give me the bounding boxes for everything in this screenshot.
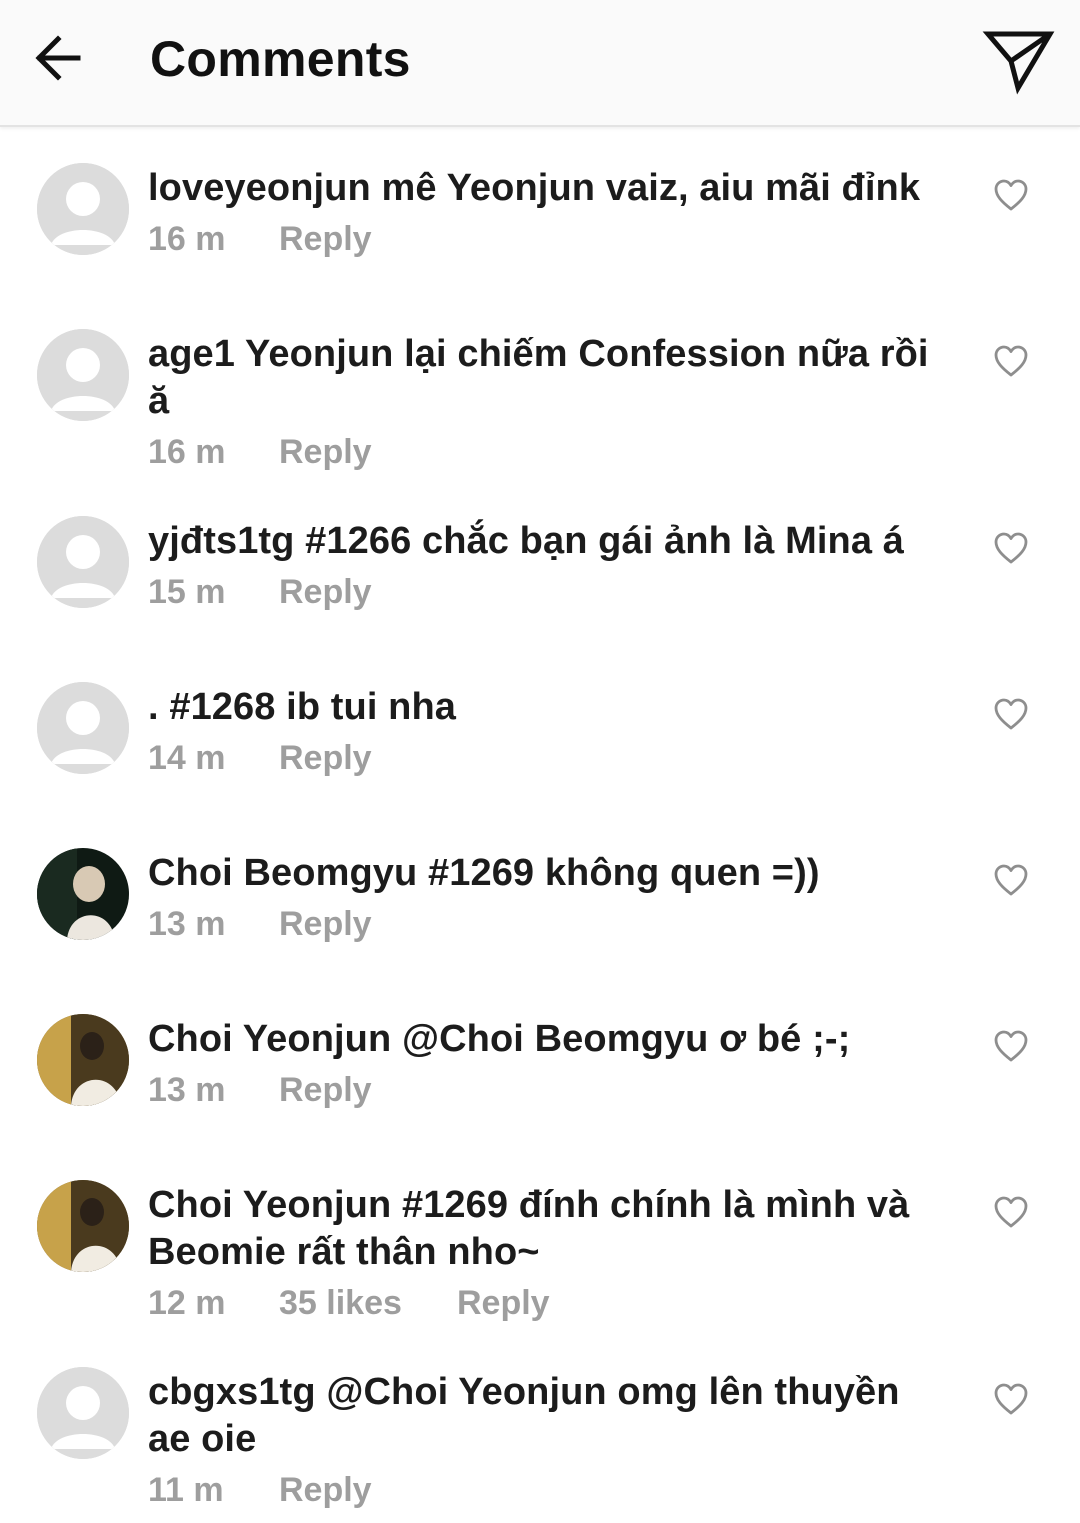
heart-icon bbox=[994, 532, 1028, 564]
back-button[interactable] bbox=[28, 28, 88, 88]
comment-time: 16 m bbox=[148, 433, 226, 471]
share-button[interactable] bbox=[980, 24, 1058, 96]
avatar[interactable] bbox=[37, 516, 129, 608]
comment-body: Yeonjun lại chiếm Confession nữa rồi ă bbox=[148, 333, 929, 422]
comment-username[interactable]: yjđts1tg bbox=[148, 520, 295, 562]
comment-text: loveyeonjun mê Yeonjun vaiz, aiu mãi đỉn… bbox=[148, 165, 948, 212]
comment-time: 13 m bbox=[148, 1071, 226, 1109]
default-avatar-icon bbox=[37, 163, 129, 255]
like-button[interactable] bbox=[992, 530, 1030, 566]
comment-username[interactable]: Choi Yeonjun bbox=[148, 1184, 391, 1226]
heart-icon bbox=[994, 1383, 1028, 1415]
reply-button[interactable]: Reply bbox=[279, 1471, 372, 1510]
comment-text: . #1268 ib tui nha bbox=[148, 684, 948, 731]
comment-body: mê Yeonjun vaiz, aiu mãi đỉnk bbox=[381, 167, 921, 209]
like-button[interactable] bbox=[992, 1194, 1030, 1230]
avatar[interactable] bbox=[37, 329, 129, 421]
comment-meta: 13 m Reply bbox=[148, 905, 372, 944]
comment-meta: 16 m Reply bbox=[148, 433, 372, 472]
avatar[interactable] bbox=[37, 1367, 129, 1459]
reply-button[interactable]: Reply bbox=[279, 220, 372, 259]
comment-meta: 12 m 35 likes Reply bbox=[148, 1284, 550, 1323]
avatar[interactable] bbox=[37, 1180, 129, 1272]
comment-body: #1268 ib tui nha bbox=[169, 686, 457, 728]
comment-username[interactable]: Choi Yeonjun bbox=[148, 1018, 391, 1060]
like-button[interactable] bbox=[992, 862, 1030, 898]
top-bar: Comments bbox=[0, 0, 1080, 127]
comment-meta: 13 m Reply bbox=[148, 1071, 372, 1110]
comment-text: cbgxs1tg @Choi Yeonjun omg lên thuyền ae… bbox=[148, 1369, 948, 1463]
comment-username[interactable]: cbgxs1tg bbox=[148, 1371, 316, 1413]
comment-time: 11 m bbox=[148, 1471, 224, 1509]
arrow-left-icon bbox=[35, 35, 81, 81]
profile-photo bbox=[37, 848, 129, 940]
avatar[interactable] bbox=[37, 848, 129, 940]
default-avatar-icon bbox=[37, 682, 129, 774]
heart-icon bbox=[994, 1196, 1028, 1228]
comment-body: #1266 chắc bạn gái ảnh là Mina á bbox=[305, 520, 904, 562]
default-avatar-icon bbox=[37, 516, 129, 608]
page-title: Comments bbox=[150, 31, 411, 87]
default-avatar-icon bbox=[37, 329, 129, 421]
comment-time: 14 m bbox=[148, 739, 226, 777]
reply-button[interactable]: Reply bbox=[279, 739, 372, 778]
like-button[interactable] bbox=[992, 696, 1030, 732]
comment-meta: 16 m Reply bbox=[148, 220, 372, 259]
avatar[interactable] bbox=[37, 163, 129, 255]
default-avatar-icon bbox=[37, 1367, 129, 1459]
comment-username[interactable]: Choi Beomgyu bbox=[148, 852, 417, 894]
comment-meta: 15 m Reply bbox=[148, 573, 372, 612]
heart-icon bbox=[994, 698, 1028, 730]
paper-plane-icon bbox=[982, 31, 1055, 95]
comment-username[interactable]: age1 bbox=[148, 333, 235, 375]
like-button[interactable] bbox=[992, 1028, 1030, 1064]
comment-time: 15 m bbox=[148, 573, 226, 611]
comment-meta: 14 m Reply bbox=[148, 739, 372, 778]
avatar[interactable] bbox=[37, 1014, 129, 1106]
reply-button[interactable]: Reply bbox=[279, 433, 372, 472]
heart-icon bbox=[994, 179, 1028, 211]
likes-count[interactable]: 35 likes bbox=[279, 1284, 457, 1323]
profile-photo bbox=[37, 1180, 129, 1272]
like-button[interactable] bbox=[992, 343, 1030, 379]
comment-text: Choi Beomgyu #1269 không quen =)) bbox=[148, 850, 948, 897]
comment-time: 16 m bbox=[148, 220, 226, 258]
comment-username[interactable]: . bbox=[148, 686, 159, 728]
like-button[interactable] bbox=[992, 1381, 1030, 1417]
reply-button[interactable]: Reply bbox=[279, 905, 372, 944]
reply-button[interactable]: Reply bbox=[279, 573, 372, 612]
comment-meta: 11 m Reply bbox=[148, 1471, 372, 1510]
like-button[interactable] bbox=[992, 177, 1030, 213]
heart-icon bbox=[994, 864, 1028, 896]
comment-text: Choi Yeonjun @Choi Beomgyu ơ bé ;-; bbox=[148, 1016, 948, 1063]
comment-text: yjđts1tg #1266 chắc bạn gái ảnh là Mina … bbox=[148, 518, 948, 565]
comment-body: @Choi Beomgyu ơ bé ;-; bbox=[401, 1018, 851, 1060]
reply-button[interactable]: Reply bbox=[457, 1284, 550, 1323]
heart-icon bbox=[994, 345, 1028, 377]
comment-text: age1 Yeonjun lại chiếm Confession nữa rồ… bbox=[148, 331, 948, 425]
reply-button[interactable]: Reply bbox=[279, 1071, 372, 1110]
comment-body: #1269 không quen =)) bbox=[428, 852, 820, 894]
avatar[interactable] bbox=[37, 682, 129, 774]
comment-time: 12 m bbox=[148, 1284, 226, 1322]
comment-text: Choi Yeonjun #1269 đính chính là mình và… bbox=[148, 1182, 948, 1276]
comment-username[interactable]: loveyeonjun bbox=[148, 167, 371, 209]
profile-photo bbox=[37, 1014, 129, 1106]
comment-time: 13 m bbox=[148, 905, 226, 943]
heart-icon bbox=[994, 1030, 1028, 1062]
